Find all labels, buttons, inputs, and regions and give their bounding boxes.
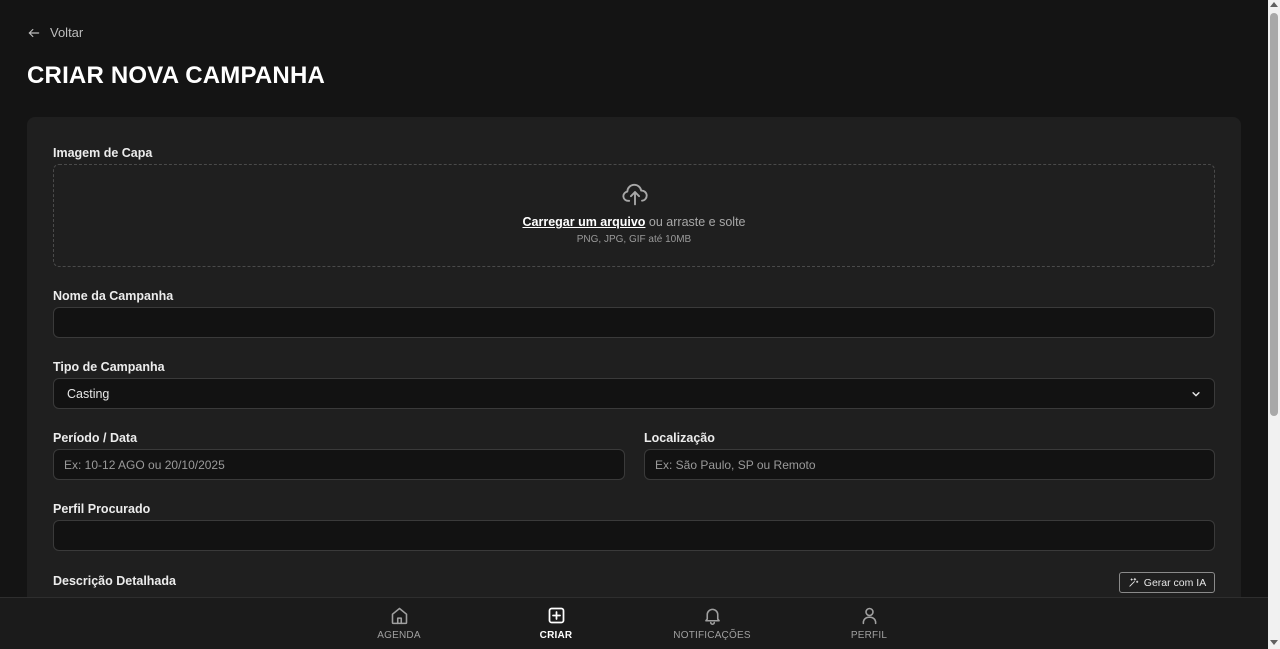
scrollbar-thumb[interactable] xyxy=(1270,13,1278,416)
location-label: Localização xyxy=(644,431,715,445)
scroll-up-icon[interactable] xyxy=(1270,2,1278,7)
upload-file-link[interactable]: Carregar um arquivo xyxy=(522,215,645,229)
nav-notificacoes-label: NOTIFICAÇÕES xyxy=(673,630,751,641)
profile-input[interactable] xyxy=(53,520,1215,551)
back-label: Voltar xyxy=(50,25,84,40)
bottom-nav: AGENDA CRIAR NOTIFICAÇÕES PERFIL xyxy=(0,597,1268,649)
cover-label: Imagem de Capa xyxy=(53,146,153,160)
period-input[interactable] xyxy=(53,449,625,480)
cloud-upload-icon xyxy=(622,183,648,206)
generate-ai-button[interactable]: Gerar com IA xyxy=(1119,572,1215,593)
nav-agenda-label: AGENDA xyxy=(377,630,421,641)
nav-criar-label: CRIAR xyxy=(539,630,573,641)
location-input[interactable] xyxy=(644,449,1215,480)
plus-square-icon xyxy=(548,607,564,624)
bell-icon xyxy=(704,608,720,625)
home-icon xyxy=(391,607,407,625)
type-label: Tipo de Campanha xyxy=(53,360,165,374)
page: Voltar CRIAR NOVA CAMPANHA Imagem de Cap… xyxy=(0,0,1268,597)
scroll-down-icon[interactable] xyxy=(1270,640,1278,645)
period-label: Período / Data xyxy=(53,431,138,445)
nav-agenda[interactable]: AGENDA xyxy=(354,598,444,649)
profile-label: Perfil Procurado xyxy=(53,502,151,516)
user-icon xyxy=(862,607,876,625)
page-title: CRIAR NOVA CAMPANHA xyxy=(27,62,326,89)
sparkles-icon xyxy=(1129,577,1139,587)
upload-hint: PNG, JPG, GIF até 10MB xyxy=(576,234,692,245)
nav-perfil[interactable]: PERFIL xyxy=(824,598,914,649)
name-label: Nome da Campanha xyxy=(53,289,174,303)
chevron-down-icon xyxy=(1192,391,1200,396)
arrow-left-icon xyxy=(28,28,40,37)
nav-perfil-label: PERFIL xyxy=(850,630,888,641)
page-scrollbar[interactable] xyxy=(1268,0,1280,649)
campaign-type-select[interactable]: Casting xyxy=(53,378,1215,409)
generate-ai-label: Gerar com IA xyxy=(1143,576,1207,589)
description-label: Descrição Detalhada xyxy=(53,574,176,588)
nav-notificacoes[interactable]: NOTIFICAÇÕES xyxy=(667,598,757,649)
nav-criar[interactable]: CRIAR xyxy=(511,598,601,649)
cover-dropzone[interactable]: Carregar um arquivo ou arraste e solte P… xyxy=(53,164,1215,267)
upload-drag-text: ou arraste e solte xyxy=(645,215,746,229)
campaign-name-input[interactable] xyxy=(53,307,1215,338)
campaign-form: Imagem de Capa Carregar um arquivo ou ar… xyxy=(27,117,1241,597)
campaign-type-value: Casting xyxy=(67,386,110,401)
upload-instruction: Carregar um arquivo ou arraste e solte xyxy=(54,215,1214,229)
back-link[interactable]: Voltar xyxy=(27,25,83,40)
